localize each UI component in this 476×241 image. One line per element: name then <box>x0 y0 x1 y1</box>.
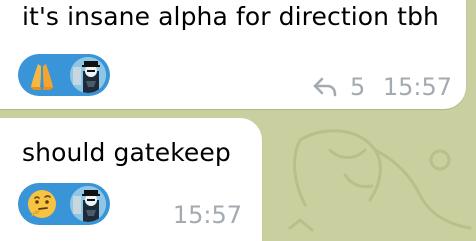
reactor-avatar <box>70 186 106 222</box>
reactor-avatar <box>70 57 106 93</box>
reply-arrow-icon <box>313 77 337 97</box>
reaction-chip[interactable] <box>18 54 110 96</box>
message-bubble[interactable]: it's insane alpha for direction tbh 5 15… <box>0 0 466 109</box>
reply-count: 5 <box>350 73 366 101</box>
message-time: 15:57 <box>382 73 452 101</box>
message-text: it's insane alpha for direction tbh <box>22 2 439 31</box>
message-time: 15:57 <box>172 201 242 229</box>
message-bubble[interactable]: should gatekeep 15:57 <box>0 118 262 241</box>
thinking-face-icon <box>25 187 59 221</box>
message-text: should gatekeep <box>22 138 231 167</box>
praying-hands-icon <box>25 58 59 92</box>
reaction-chip[interactable] <box>18 183 110 225</box>
